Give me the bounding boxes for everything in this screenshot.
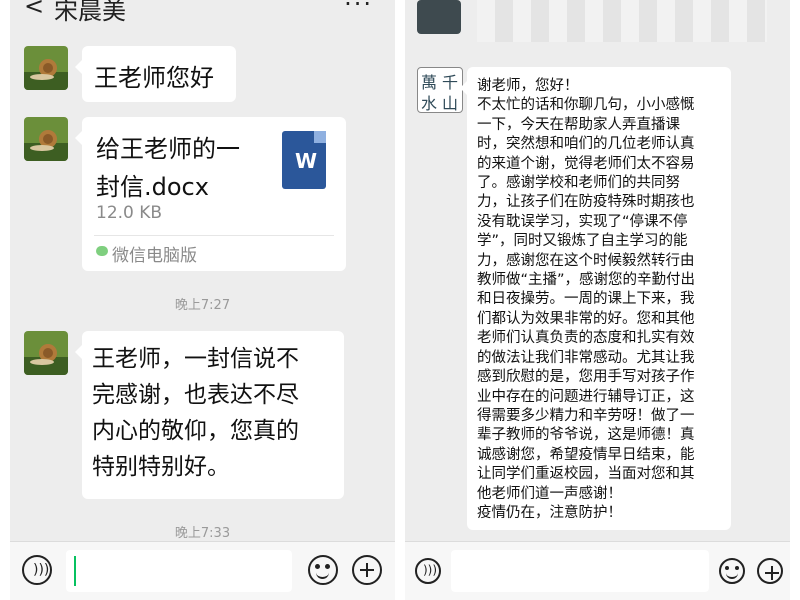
- right-chat-screenshot: 萬 千 水 山 谢老师，您好！ 不太忙的话和你聊几句，小小感慨 一下，今天在帮助家人…: [405, 0, 790, 600]
- divider: [94, 235, 334, 236]
- message-bubble-thanks[interactable]: 王老师，一封信说不 完感谢，也表达不尽 内心的敬仰，您真的 特别特别好。: [75, 331, 344, 499]
- long-message-text: 谢老师，您好！ 不太忙的话和你聊几句，小小感慨 一下，今天在帮助家人弄直播课 时，突然…: [477, 77, 727, 523]
- message-line: 了。感谢学校和老师们的共同努: [477, 175, 680, 192]
- chat-title: 宋晨美: [54, 0, 126, 25]
- message-line: 不太忙的话和你聊几句，小小感慨: [477, 97, 695, 114]
- back-arrow-icon[interactable]: <: [24, 0, 44, 20]
- contact-avatar[interactable]: [24, 117, 68, 161]
- message-input[interactable]: [66, 550, 292, 592]
- file-size: 12.0 KB: [96, 203, 163, 223]
- message-line: 谢老师，您好！: [477, 78, 579, 94]
- message-input[interactable]: [451, 550, 709, 592]
- input-bar: ))): [405, 541, 790, 600]
- message-line: 辈子教师的爷爷说，这是师德！真: [477, 427, 695, 444]
- more-functions-icon[interactable]: [352, 555, 382, 585]
- sender-avatar[interactable]: 萬 千 水 山: [417, 67, 463, 113]
- message-line: 的来道个谢，觉得老师们太不容易: [477, 155, 695, 172]
- message-line: 他老师们道一声感谢！: [477, 485, 622, 502]
- message-line: 业中存在的问题进行辅导订正，这: [477, 388, 695, 405]
- input-bar: ))): [10, 541, 395, 600]
- timestamp: 晚上7:27: [174, 298, 231, 313]
- message-line: 特别特别好。: [92, 454, 230, 480]
- timestamp: 晚上7:33: [174, 526, 231, 541]
- message-line: 疫情仍在，注意防护！: [477, 504, 622, 521]
- file-name-line2: 封信.docx: [96, 173, 209, 201]
- more-options-icon[interactable]: ···: [344, 0, 373, 18]
- message-line: 一下，今天在帮助家人弄直播课: [477, 116, 680, 133]
- message-line: 感到欣慰的是，您用手写对孩子作: [477, 369, 695, 386]
- voice-input-icon[interactable]: ))): [415, 558, 441, 584]
- message-line: 时，突然想和咱们的几位老师认真: [477, 136, 695, 153]
- message-line: 得需要多少精力和辛劳呀！做了一: [477, 407, 695, 424]
- message-text: 王老师您好: [94, 64, 214, 92]
- message-line: 诚感谢您，希望疫情早日结束，能: [477, 446, 695, 463]
- message-line: 内心的敬仰，您真的: [92, 418, 299, 444]
- message-line: 力，让孩子们在防疫特殊时期孩也: [477, 194, 695, 211]
- emoji-icon[interactable]: [308, 555, 338, 585]
- message-bubble-greeting[interactable]: 王老师您好: [75, 46, 236, 102]
- emoji-icon[interactable]: [719, 558, 745, 584]
- wechat-source-icon: [96, 246, 108, 256]
- message-line: 们都认为效果非常的好。您和其他: [477, 310, 695, 327]
- message-line: 和日夜操劳。一周的课上下来，我: [477, 291, 695, 308]
- left-chat-screenshot: < 宋晨美 ··· 王老师您好 给王老师的一 封信.docx 12.0 KB W: [10, 0, 395, 600]
- voice-input-icon[interactable]: ))): [22, 555, 52, 585]
- contact-avatar[interactable]: [24, 331, 68, 375]
- avatar-char: 山: [442, 94, 459, 113]
- sender-avatar[interactable]: [417, 0, 461, 34]
- message-line: 力，感谢您在这个时候毅然转行由: [477, 252, 695, 269]
- message-line: 学”，同时又锻炼了自主学习的能: [477, 233, 688, 250]
- message-line: 教师做“主播”，感谢您的辛勤付出: [477, 272, 696, 289]
- message-line: 让同学们重返校园，当面对您和其: [477, 466, 695, 483]
- text-cursor: [74, 556, 76, 586]
- word-file-icon: W: [282, 131, 326, 189]
- message-bubble-long-thanks[interactable]: 谢老师，您好！ 不太忙的话和你聊几句，小小感慨 一下，今天在帮助家人弄直播课 时，突然…: [460, 67, 731, 530]
- message-line: 老师们认真负责的态度和扎实有效: [477, 330, 695, 347]
- file-message-card[interactable]: 给王老师的一 封信.docx 12.0 KB W 微信电脑版: [75, 117, 346, 271]
- blurred-previous-message: [477, 0, 767, 42]
- file-name-line1: 给王老师的一: [96, 135, 240, 163]
- contact-avatar[interactable]: [24, 46, 68, 90]
- avatar-char: 水: [421, 94, 438, 113]
- file-source-label: 微信电脑版: [112, 246, 197, 266]
- message-line: 的做法让我们非常感动。尤其让我: [477, 349, 695, 366]
- message-line: 没有耽误学习，实现了“停课不停: [477, 213, 688, 230]
- message-line: 王老师，一封信说不: [92, 346, 299, 372]
- more-functions-icon[interactable]: [757, 558, 783, 584]
- message-line: 完感谢，也表达不尽: [92, 382, 299, 408]
